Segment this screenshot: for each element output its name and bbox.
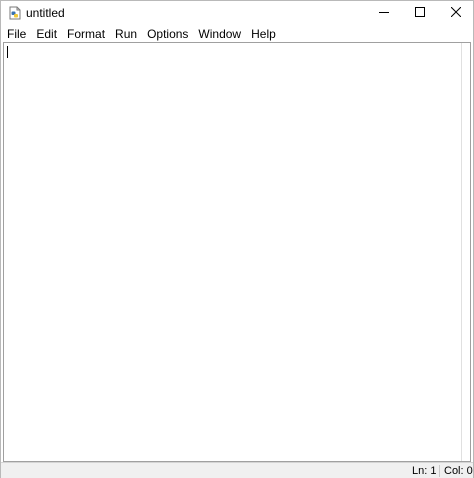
menu-run[interactable]: Run bbox=[110, 25, 142, 43]
minimize-button[interactable] bbox=[366, 1, 402, 25]
menu-edit[interactable]: Edit bbox=[31, 25, 62, 43]
menu-options[interactable]: Options bbox=[142, 25, 193, 43]
vertical-scrollbar[interactable] bbox=[461, 43, 470, 461]
menu-file[interactable]: File bbox=[1, 25, 31, 43]
column-number-status: Col: 0 bbox=[444, 465, 473, 477]
python-file-icon bbox=[8, 6, 22, 20]
code-text-area[interactable] bbox=[4, 43, 461, 461]
close-button[interactable] bbox=[438, 1, 474, 25]
window-title: untitled bbox=[26, 6, 65, 20]
title-bar[interactable]: untitled bbox=[1, 1, 473, 25]
text-cursor bbox=[7, 46, 8, 58]
minimize-icon bbox=[379, 6, 389, 20]
close-icon bbox=[450, 6, 462, 20]
maximize-button[interactable] bbox=[402, 1, 438, 25]
maximize-icon bbox=[415, 6, 425, 20]
menu-window[interactable]: Window bbox=[193, 25, 246, 43]
menu-bar: File Edit Format Run Options Window Help bbox=[1, 25, 473, 43]
editor-frame bbox=[3, 42, 471, 462]
menu-help[interactable]: Help bbox=[246, 25, 281, 43]
line-number-status: Ln: 1 bbox=[412, 465, 437, 477]
status-separator bbox=[439, 465, 440, 477]
editor-window: untitled File Edit Format Run Options Wi… bbox=[0, 0, 474, 478]
status-bar: Ln: 1 Col: 0 bbox=[1, 462, 473, 478]
menu-format[interactable]: Format bbox=[62, 25, 110, 43]
